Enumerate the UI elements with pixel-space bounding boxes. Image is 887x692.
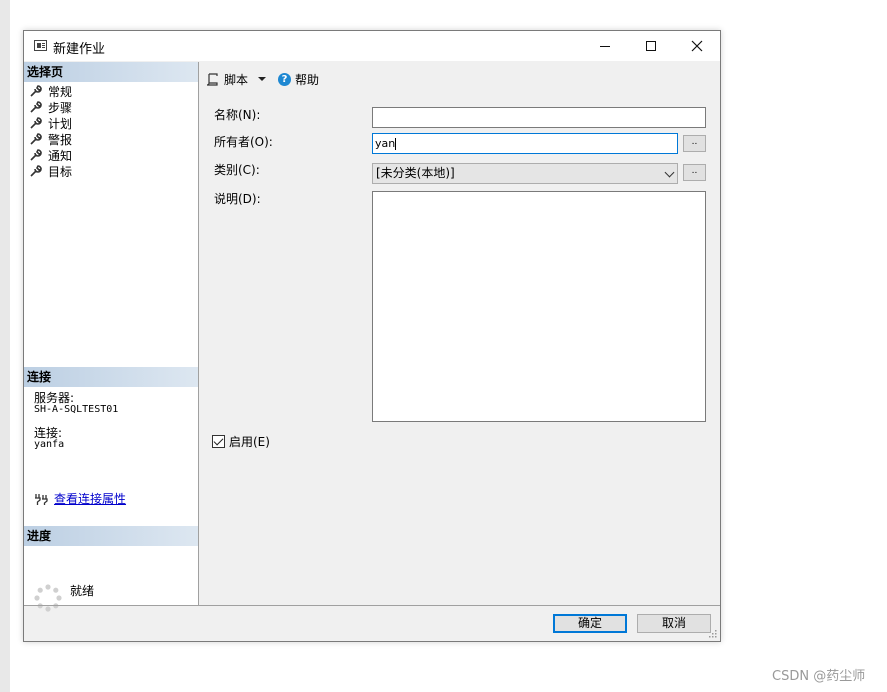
help-label: 帮助 — [295, 72, 320, 87]
left-panel: 选择页 常规 步骤 计划 警报 通知 目标 连接 服务器: SH-A-SQLTE… — [24, 62, 199, 612]
name-input[interactable] — [372, 107, 706, 128]
page-item-label: 常规 — [48, 84, 73, 99]
page-item-label: 通知 — [48, 148, 73, 163]
description-textarea[interactable] — [372, 191, 706, 422]
app-window-icon — [34, 40, 47, 51]
wrench-icon — [30, 101, 42, 113]
page-item-schedules[interactable]: 计划 — [30, 115, 72, 131]
page-item-targets[interactable]: 目标 — [30, 163, 72, 179]
progress-header: 进度 — [24, 526, 198, 546]
progress-status: 就绪 — [70, 584, 95, 598]
progress-spinner-icon — [34, 584, 62, 612]
name-label: 名称(N): — [214, 108, 261, 122]
enabled-label: 启用(E) — [229, 435, 270, 449]
script-label: 脚本 — [224, 72, 249, 87]
owner-browse-button[interactable]: .. — [683, 135, 706, 152]
title-bar[interactable]: 新建作业 — [24, 31, 720, 61]
owner-value: yan — [375, 137, 396, 150]
plug-icon — [35, 493, 48, 505]
window-title: 新建作业 — [53, 42, 106, 57]
background-strip — [0, 0, 10, 692]
toolbar: 脚本 ? 帮助 — [206, 69, 329, 89]
connection-header: 连接 — [24, 367, 198, 387]
page-item-label: 计划 — [48, 116, 73, 131]
category-value: [未分类(本地)] — [376, 166, 455, 180]
category-browse-button[interactable]: .. — [683, 164, 706, 181]
help-button[interactable]: ? 帮助 — [278, 71, 319, 88]
view-connection-properties-label: 查看连接属性 — [54, 492, 127, 506]
page-item-alerts[interactable]: 警报 — [30, 131, 72, 147]
category-label: 类别(C): — [214, 163, 260, 177]
enabled-checkbox-row[interactable]: 启用(E) — [212, 433, 270, 450]
page-item-label: 警报 — [48, 132, 73, 147]
close-button[interactable] — [674, 31, 720, 61]
page-list: 常规 步骤 计划 警报 通知 目标 — [30, 83, 72, 179]
maximize-icon — [646, 41, 656, 51]
owner-label: 所有者(O): — [214, 135, 273, 149]
resize-grip-icon[interactable] — [707, 628, 717, 638]
server-value: SH-A-SQLTEST01 — [34, 404, 119, 415]
wrench-icon — [30, 117, 42, 129]
close-icon — [691, 40, 703, 52]
owner-input[interactable]: yan — [372, 133, 678, 154]
minimize-icon — [600, 45, 610, 47]
cancel-button[interactable]: 取消 — [637, 614, 711, 633]
view-connection-properties-link[interactable]: 查看连接属性 — [34, 490, 126, 507]
select-page-header: 选择页 — [24, 62, 198, 82]
wrench-icon — [30, 133, 42, 145]
page-item-label: 步骤 — [48, 100, 73, 115]
maximize-button[interactable] — [628, 31, 674, 61]
text-cursor — [395, 138, 397, 150]
page-item-general[interactable]: 常规 — [30, 83, 72, 99]
server-label: 服务器: — [34, 391, 75, 405]
connection-info: 连接: yanfa — [34, 426, 65, 450]
connection-label: 连接: — [34, 426, 63, 440]
ok-button[interactable]: 确定 — [553, 614, 627, 633]
wrench-icon — [30, 149, 42, 161]
server-info: 服务器: SH-A-SQLTEST01 — [34, 391, 119, 415]
wrench-icon — [30, 165, 42, 177]
page-item-label: 目标 — [48, 164, 73, 179]
minimize-button[interactable] — [582, 31, 628, 61]
new-job-dialog: 新建作业 选择页 常规 步骤 计划 警报 通知 目标 连接 服务器: SH-A-… — [23, 30, 721, 642]
script-button[interactable]: 脚本 — [206, 71, 268, 88]
page-item-steps[interactable]: 步骤 — [30, 99, 72, 115]
chevron-down-icon — [664, 167, 675, 178]
divider — [24, 605, 720, 606]
connection-value: yanfa — [34, 439, 65, 450]
page-item-notifications[interactable]: 通知 — [30, 147, 72, 163]
wrench-icon — [30, 85, 42, 97]
help-icon: ? — [278, 72, 292, 86]
enabled-checkbox[interactable] — [212, 435, 225, 448]
script-icon — [206, 72, 218, 86]
description-label: 说明(D): — [214, 192, 261, 206]
category-select[interactable]: [未分类(本地)] — [372, 163, 678, 184]
watermark: CSDN @药尘师 — [772, 669, 866, 684]
script-dropdown-arrow-icon[interactable] — [258, 77, 267, 81]
